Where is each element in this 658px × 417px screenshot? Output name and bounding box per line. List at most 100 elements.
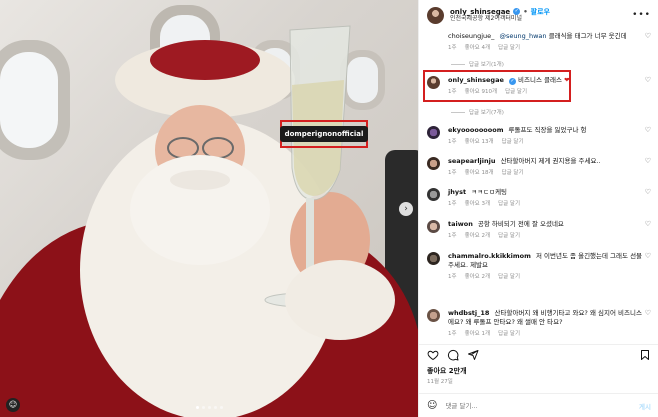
comment-item: whdbstj_18 산타할아버지 왜 비행기타고 와요? 왜 심지어 비즈니스… — [427, 309, 651, 337]
reply-button[interactable]: 답글 달기 — [502, 168, 524, 176]
comment-time: 1주 — [448, 200, 457, 207]
comment-likes[interactable]: 좋아요 4개 — [465, 43, 491, 51]
heart-icon[interactable]: ♡ — [643, 157, 651, 176]
comment-meta: 1주 좋아요 2개 답글 달기 — [448, 272, 643, 280]
avatar[interactable] — [427, 188, 440, 201]
comment-icon[interactable] — [447, 349, 459, 361]
comment-meta: 1주 좋아요 4개 답글 달기 — [448, 43, 643, 51]
comment-text-row: seapearljinju 산타할아버지 제게 권지용을 주세요.. — [448, 157, 643, 166]
comment-composer: ☺ 게시 — [419, 393, 658, 417]
comment-likes[interactable]: 좋아요 2개 — [465, 231, 491, 239]
comment-text-row: taiwon 공항 하비되기 전에 잘 오셨네요 — [448, 220, 643, 229]
heart-icon[interactable]: ♡ — [643, 220, 651, 239]
heart-icon[interactable]: ♡ — [643, 32, 651, 51]
comment-text-row: whdbstj_18 산타할아버지 왜 비행기타고 와요? 왜 심지어 비즈니스… — [448, 309, 643, 327]
comment-time: 1주 — [448, 89, 457, 95]
follow-button[interactable]: 팔로우 — [531, 8, 550, 16]
heart-icon[interactable]: ♡ — [643, 126, 651, 145]
product-tag-highlight: domperignonofficial — [279, 120, 369, 148]
location-link[interactable]: 인천국제공항 제2여객터미널 — [450, 15, 632, 23]
comment-item-highlighted: only_shinsegae ✓ 비즈니스 클래스 ❤ 1주 좋아요 910개 … — [427, 76, 651, 95]
comment-text: 클래식을 태그가 너무 웃긴데 — [548, 32, 627, 40]
likes-count[interactable]: 좋아요 2만개 — [427, 366, 467, 376]
reply-button[interactable]: 답글 달기 — [498, 231, 520, 239]
comment-likes[interactable]: 좋아요 910개 — [465, 87, 498, 95]
avatar[interactable] — [427, 6, 444, 24]
heart-icon[interactable] — [427, 349, 439, 361]
comment-text: 루돌프도 직장을 잃었구나 헝 — [508, 126, 587, 134]
carousel-dot — [196, 406, 199, 409]
action-bar — [419, 344, 658, 364]
avatar[interactable] — [427, 220, 440, 233]
smile-icon[interactable]: ☺ — [427, 400, 437, 411]
avatar[interactable] — [427, 309, 440, 322]
comment-text: 공항 하비되기 전에 잘 오셨네요 — [477, 220, 564, 228]
view-replies-label: 답글 보기(7개) — [469, 110, 504, 116]
comment-text: 비즈니스 클래스 — [518, 76, 562, 84]
comment-list[interactable]: choiseungjue_ @seung_hwan 클래식을 태그가 너무 웃긴… — [419, 30, 658, 342]
post-photo[interactable]: domperignonofficial › ☺ — [0, 0, 418, 417]
heart-icon[interactable]: ♡ — [643, 309, 651, 337]
comment-item: chammalro.kkikkimom 저 이번년도 좀 올긴했는데 그래도 선… — [427, 252, 651, 280]
comment-time: 1주 — [448, 138, 457, 145]
comment-mention[interactable]: @seung_hwan — [499, 32, 546, 40]
avatar[interactable] — [427, 126, 440, 139]
comment-username[interactable]: taiwon — [448, 220, 473, 228]
post-comment-button[interactable]: 게시 — [639, 401, 651, 411]
comment-text-row: jhyst ㅋㅋㄷㅁ케팅 — [448, 188, 643, 197]
red-heart-emoji: ❤ — [564, 76, 570, 84]
reply-button[interactable]: 답글 달기 — [502, 137, 524, 145]
comment-username[interactable]: jhyst — [448, 188, 466, 196]
view-replies-button[interactable]: 답글 보기(1개) — [451, 60, 504, 68]
comment-username[interactable]: choiseungjue_ — [448, 32, 494, 40]
heart-icon[interactable]: ♡ — [643, 76, 651, 95]
post-date: 11월 27일 — [427, 379, 453, 385]
carousel-dot — [202, 406, 205, 409]
comment-meta: 1주 좋아요 18개 답글 달기 — [448, 168, 643, 176]
avatar[interactable] — [427, 76, 440, 89]
carousel-dot — [214, 406, 217, 409]
comment-item: jhyst ㅋㅋㄷㅁ케팅 1주 좋아요 3개 답글 달기 ♡ — [427, 188, 651, 207]
comment-item: seapearljinju 산타할아버지 제게 권지용을 주세요.. 1주 좋아… — [427, 157, 651, 176]
heart-icon[interactable]: ♡ — [643, 252, 651, 280]
avatar[interactable] — [427, 157, 440, 170]
comment-username[interactable]: whdbstj_18 — [448, 309, 489, 317]
bookmark-icon[interactable] — [639, 349, 651, 361]
comment-meta: 1주 좋아요 1개 답글 달기 — [448, 329, 643, 337]
comment-text: 산타할아버지 제게 권지용을 주세요.. — [500, 157, 601, 165]
comment-meta: 1주 좋아요 13개 답글 달기 — [448, 137, 643, 145]
comment-likes[interactable]: 좋아요 1개 — [465, 329, 491, 337]
comment-likes[interactable]: 좋아요 13개 — [465, 137, 494, 145]
reply-button[interactable]: 답글 달기 — [498, 272, 520, 280]
comment-text-row: only_shinsegae ✓ 비즈니스 클래스 ❤ — [448, 76, 643, 85]
comment-username[interactable]: seapearljinju — [448, 157, 495, 165]
comment-username[interactable]: chammalro.kkikkimom — [448, 252, 531, 260]
comment-username[interactable]: only_shinsegae — [448, 76, 504, 84]
comment-likes[interactable]: 좋아요 2개 — [465, 272, 491, 280]
comment-input[interactable] — [445, 401, 632, 410]
comment-text-row: ekyoooooooom 루돌프도 직장을 잃었구나 헝 — [448, 126, 643, 135]
comment-username[interactable]: ekyoooooooom — [448, 126, 503, 134]
more-horizontal-icon[interactable]: ••• — [632, 10, 651, 20]
reply-button[interactable]: 답글 달기 — [498, 329, 520, 337]
carousel-dot — [220, 406, 223, 409]
comment-time: 1주 — [448, 44, 457, 51]
comment-item: taiwon 공항 하비되기 전에 잘 오셨네요 1주 좋아요 2개 답글 달기… — [427, 220, 651, 239]
view-replies-button[interactable]: 답글 보기(7개) — [451, 108, 504, 116]
chevron-right-icon[interactable]: › — [399, 202, 413, 216]
post-header: only_shinsegae ✓ • 팔로우 인천국제공항 제2여객터미널 ••… — [419, 0, 658, 30]
reply-button[interactable]: 답글 달기 — [498, 43, 520, 51]
heart-icon[interactable]: ♡ — [643, 188, 651, 207]
comment-meta: 1주 좋아요 3개 답글 달기 — [448, 199, 643, 207]
comment-likes[interactable]: 좋아요 3개 — [465, 199, 491, 207]
avatar[interactable] — [427, 252, 440, 265]
comment-time: 1주 — [448, 232, 457, 239]
comment-likes[interactable]: 좋아요 18개 — [465, 168, 494, 176]
reply-button[interactable]: 답글 달기 — [498, 199, 520, 207]
comment-time: 1주 — [448, 273, 457, 280]
reply-button[interactable]: 답글 달기 — [505, 87, 527, 95]
carousel-dot — [208, 406, 211, 409]
user-tag-icon[interactable]: ☺ — [6, 398, 20, 412]
product-tag[interactable]: domperignonofficial — [279, 126, 369, 142]
send-icon[interactable] — [467, 349, 479, 361]
